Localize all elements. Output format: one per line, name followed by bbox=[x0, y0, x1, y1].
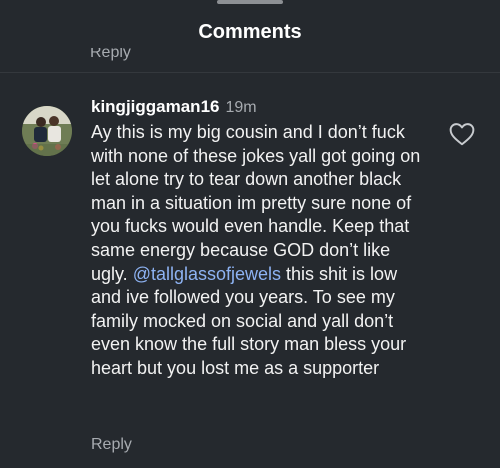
sheet-drag-handle[interactable] bbox=[217, 0, 283, 4]
comment-timestamp: 19m bbox=[225, 99, 257, 116]
like-button[interactable] bbox=[449, 122, 475, 146]
page-title: Comments bbox=[198, 21, 302, 43]
comment-text-part-1: Ay this is my big cousin and I don’t fuc… bbox=[91, 122, 421, 284]
avatar[interactable] bbox=[22, 106, 72, 156]
comment-author[interactable]: kingjiggaman16 19m bbox=[91, 97, 257, 117]
previous-reply-button[interactable]: Reply bbox=[90, 48, 131, 66]
heart-outline-icon bbox=[449, 123, 475, 146]
reply-button[interactable]: Reply bbox=[91, 436, 132, 454]
mention-link[interactable]: @tallglassofjewels bbox=[133, 264, 281, 284]
comment-text: Ay this is my big cousin and I don’t fuc… bbox=[91, 121, 429, 381]
previous-reply-label: Reply bbox=[90, 48, 131, 61]
username[interactable]: kingjiggaman16 bbox=[91, 97, 219, 116]
avatar-photo-icon bbox=[22, 106, 72, 156]
divider bbox=[0, 72, 500, 73]
